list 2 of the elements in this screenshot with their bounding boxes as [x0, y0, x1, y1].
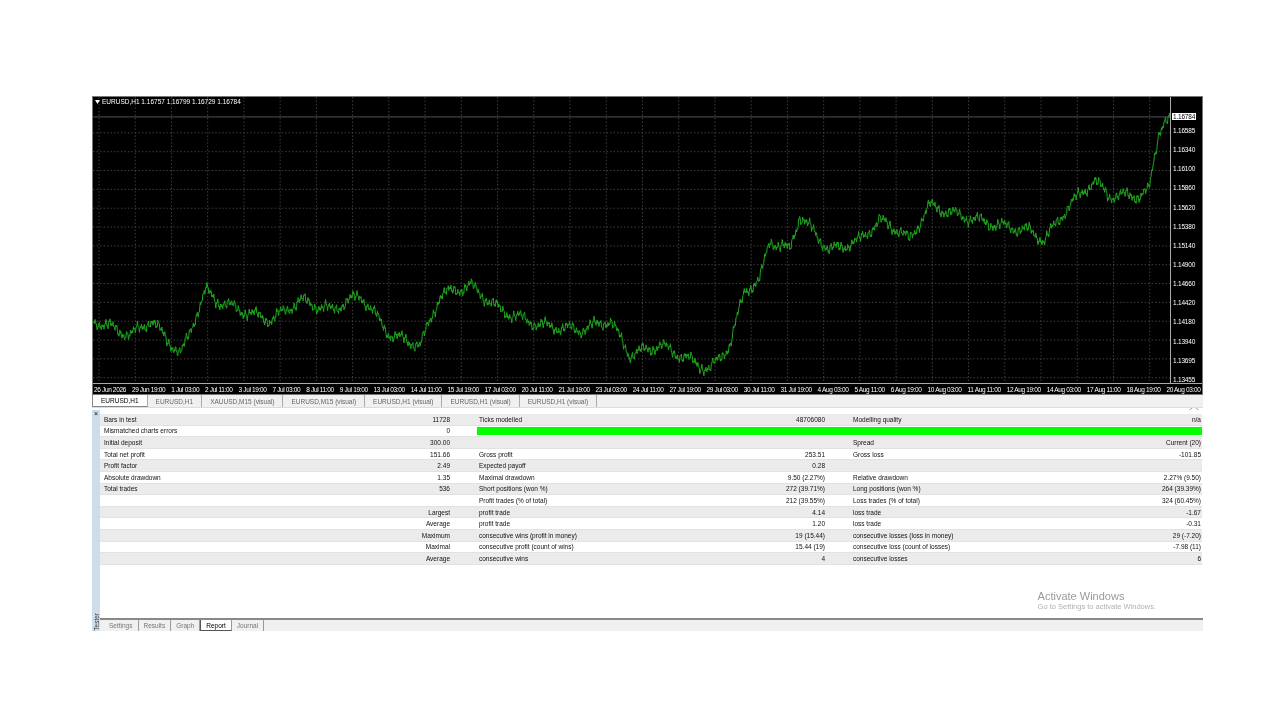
- dropdown-icon[interactable]: [95, 99, 100, 104]
- activation-title: Activate Windows: [1037, 590, 1126, 602]
